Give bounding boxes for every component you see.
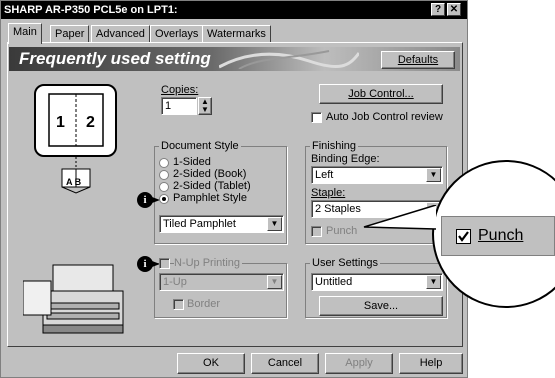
binding-edge-value: Left [315,169,334,181]
border-label: Border [187,298,221,310]
save-button[interactable]: Save... [319,296,443,316]
preview-page-right: 2 [86,114,95,131]
pamphlet-type-select[interactable]: Tiled Pamphlet ▼ [159,215,284,233]
printer-properties-window: SHARP AR-P350 PCL5e on LPT1: ? ✕ Main Pa… [0,0,468,378]
radio-2-sided-tablet[interactable] [159,182,169,192]
pamphlet-type-value: Tiled Pamphlet [163,218,236,230]
close-title-button[interactable]: ✕ [447,3,461,16]
tab-watermarks[interactable]: Watermarks [202,25,271,43]
radio-1-sided[interactable] [159,158,169,168]
nup-select[interactable]: 1-Up ▼ [159,273,284,291]
printer-icon [23,264,124,334]
job-control-button[interactable]: Job Control... [319,84,443,104]
nup-checkbox[interactable] [159,258,170,269]
staple-value: 2 Staples [315,203,361,215]
punch-callout-box: Punch [441,216,555,256]
tab-paper[interactable]: Paper [50,25,90,43]
auto-job-control-label: Auto Job Control review [326,111,443,123]
help-title-button[interactable]: ? [431,3,445,16]
tab-main[interactable]: Main [8,23,42,44]
defaults-button[interactable]: Defaults [381,51,455,69]
finishing-label: Finishing [310,140,359,152]
staple-label: Staple: [311,187,346,199]
user-settings-select[interactable]: Untitled ▼ [311,273,443,291]
nup-value: 1-Up [163,276,187,288]
chevron-down-icon[interactable]: ▼ [426,275,441,289]
ok-button[interactable]: OK [177,353,245,374]
copies-spin-button[interactable]: ▲ ▼ [198,97,212,115]
punch-callout-checkbox [456,229,471,244]
decorative-swoosh-icon [219,50,359,69]
radio-pamphlet-style-label: Pamphlet Style [173,192,247,204]
binding-edge-label: Binding Edge: [311,153,380,165]
open-book-preview-icon [48,93,104,147]
tab-overlays[interactable]: Overlays [150,25,204,43]
cancel-button[interactable]: Cancel [251,353,319,374]
radio-pamphlet-style[interactable] [159,194,169,204]
help-button[interactable]: Help [399,353,463,374]
user-settings-value: Untitled [315,276,353,288]
callout-pointer [363,205,437,230]
window-title: SHARP AR-P350 PCL5e on LPT1: [4,4,178,16]
punch-checkbox[interactable] [311,226,322,237]
binding-edge-select[interactable]: Left ▼ [311,166,443,184]
info-icon: i [137,256,153,272]
punch-callout-label: Punch [478,227,524,244]
chevron-down-icon[interactable]: ▼ [267,217,282,231]
copies-input[interactable]: 1 [161,97,197,115]
apply-button[interactable]: Apply [325,353,393,374]
preview-page-left: 1 [56,114,65,131]
layout-preview: 1 2 [34,84,117,157]
chevron-down-icon[interactable]: ▼ [267,275,282,289]
copies-label: Copies: [161,84,199,96]
checkmark-icon [458,231,469,242]
auto-job-control-checkbox[interactable] [311,112,322,123]
title-bar: SHARP AR-P350 PCL5e on LPT1: ? ✕ [1,1,467,19]
document-style-label: Document Style [159,140,241,152]
tab-advanced[interactable]: Advanced [91,25,150,43]
banner-title: Frequently used setting [19,49,211,68]
booklet-label: A B [66,177,82,187]
chevron-down-icon[interactable]: ▼ [426,168,441,182]
punch-label: Punch [326,225,358,237]
nup-label: N-Up Printing [174,257,243,270]
info-icon: i [137,192,153,208]
radio-2-sided-book[interactable] [159,170,169,180]
user-settings-label: User Settings [310,257,381,269]
border-checkbox[interactable] [173,299,184,310]
